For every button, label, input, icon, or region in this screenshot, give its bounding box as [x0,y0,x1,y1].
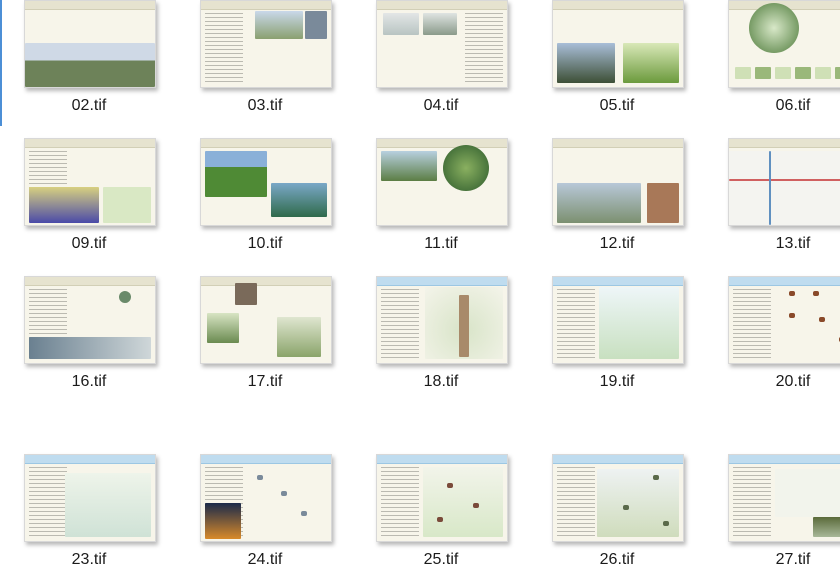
file-name-label: 03.tif [247,97,283,114]
file-thumbnail[interactable] [552,454,684,542]
file-name-label: 19.tif [599,373,635,390]
file-thumbnail[interactable] [728,0,840,88]
file-item[interactable]: 23.tif [14,454,164,569]
file-name-label: 24.tif [247,551,283,568]
file-item[interactable]: 12.tif [542,138,692,253]
file-item[interactable]: 25.tif [366,454,516,569]
file-item[interactable]: 16.tif [14,276,164,391]
file-item[interactable]: 05.tif [542,0,692,115]
file-name-label: 12.tif [599,235,635,252]
file-name-label: 18.tif [423,373,459,390]
file-thumbnail[interactable] [376,138,508,226]
file-thumbnail[interactable] [200,454,332,542]
file-thumbnail[interactable] [200,138,332,226]
file-thumbnail[interactable] [728,138,840,226]
file-thumbnail[interactable] [24,276,156,364]
file-name-label: 02.tif [71,97,107,114]
file-name-label: 25.tif [423,551,459,568]
file-name-label: 11.tif [424,235,458,252]
file-thumbnail[interactable] [24,454,156,542]
file-name-label: 10.tif [247,235,283,252]
file-item[interactable]: 09.tif [14,138,164,253]
file-name-label: 13.tif [775,235,811,252]
file-name-label: 23.tif [71,551,107,568]
file-thumbnail[interactable] [24,0,156,88]
file-name-label: 04.tif [423,97,459,114]
file-name-label: 20.tif [775,373,811,390]
file-thumbnail[interactable] [728,454,840,542]
file-thumbnail[interactable] [552,138,684,226]
file-item[interactable]: 18.tif [366,276,516,391]
file-thumbnail[interactable] [376,454,508,542]
file-item[interactable]: 11.tif [366,138,516,253]
file-item[interactable]: 17.tif [190,276,340,391]
file-name-label: 09.tif [71,235,107,252]
file-thumbnail[interactable] [376,0,508,88]
file-thumbnail[interactable] [552,0,684,88]
file-thumbnail[interactable] [728,276,840,364]
file-item[interactable]: 13.tif [718,138,840,253]
file-item[interactable]: 19.tif [542,276,692,391]
file-name-label: 06.tif [775,97,811,114]
file-thumbnail[interactable] [200,276,332,364]
file-name-label: 05.tif [599,97,635,114]
file-item[interactable]: 20.tif [718,276,840,391]
file-item[interactable]: 24.tif [190,454,340,569]
file-item[interactable]: 27.tif [718,454,840,569]
file-name-label: 17.tif [247,373,283,390]
file-name-label: 26.tif [599,551,635,568]
file-name-label: 16.tif [71,373,107,390]
file-item[interactable]: 04.tif [366,0,516,115]
file-item[interactable]: 06.tif [718,0,840,115]
file-name-label: 27.tif [775,551,811,568]
file-thumbnail[interactable] [376,276,508,364]
file-item[interactable]: 26.tif [542,454,692,569]
file-item[interactable]: 03.tif [190,0,340,115]
file-thumbnail[interactable] [552,276,684,364]
file-item[interactable]: 02.tif [14,0,164,115]
file-grid: 02.tif 03.tif 04.tif 05.tif 06.tif 09.tif 10.t… [0,0,840,568]
file-thumbnail[interactable] [24,138,156,226]
file-item[interactable]: 10.tif [190,138,340,253]
file-thumbnail[interactable] [200,0,332,88]
